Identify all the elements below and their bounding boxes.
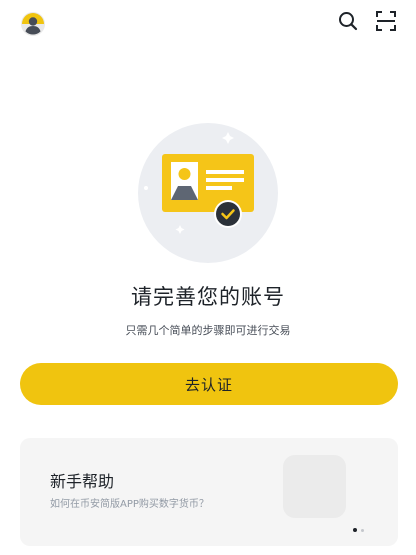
- user-avatar-icon: [21, 12, 45, 36]
- carousel-indicator: [353, 526, 373, 534]
- user-avatar-button[interactable]: [19, 10, 47, 38]
- id-card-verified-icon: [118, 118, 298, 268]
- search-button[interactable]: [336, 9, 360, 33]
- scan-button[interactable]: [374, 9, 398, 33]
- top-bar: [0, 0, 416, 50]
- scan-icon: [376, 11, 396, 31]
- page-subtitle: 只需几个简单的步骤即可进行交易: [125, 324, 291, 337]
- carousel-dot-active: [353, 528, 357, 532]
- page-title: 请完善您的账号: [131, 285, 285, 309]
- search-icon: [339, 12, 358, 31]
- help-card-title: 新手帮助: [50, 472, 115, 491]
- help-card-thumbnail: [283, 455, 346, 518]
- verify-button[interactable]: 去认证: [20, 363, 398, 405]
- help-card-description: 如何在币安简版APP购买数字货币？: [50, 499, 209, 510]
- carousel-dot: [361, 528, 364, 532]
- help-card[interactable]: 新手帮助 如何在币安简版APP购买数字货币？: [20, 438, 398, 546]
